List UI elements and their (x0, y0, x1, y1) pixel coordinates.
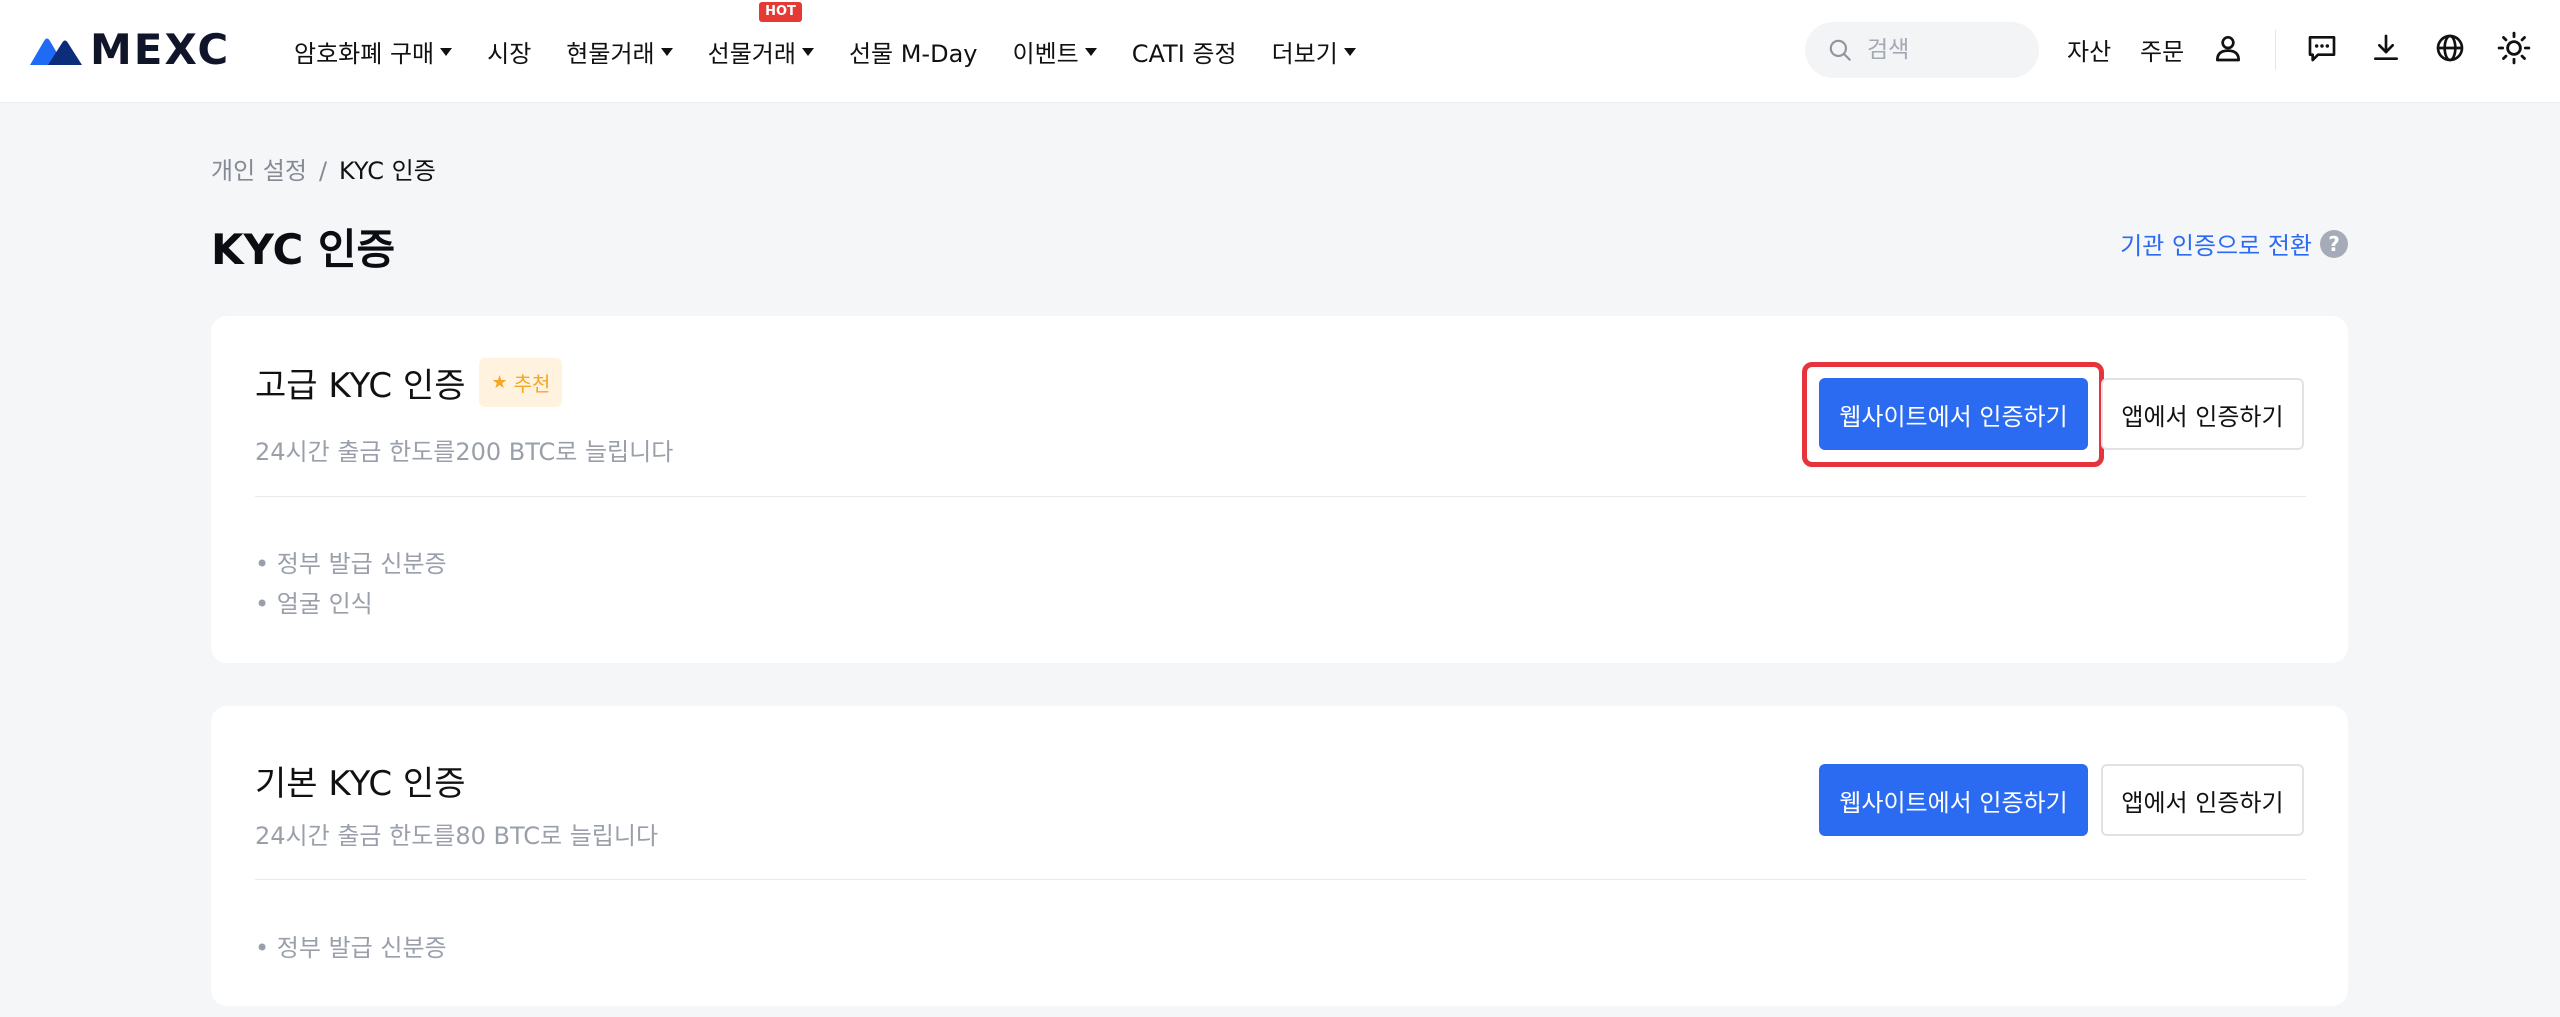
download-icon[interactable] (2368, 30, 2404, 66)
card-title: 고급 KYC 인증 ★ 추천 (255, 358, 563, 407)
card-title: 기본 KYC 인증 (255, 756, 465, 805)
list-item: 얼굴 인식 (255, 584, 447, 624)
card-subtitle: 24시간 출금 한도를200 BTC로 늘립니다 (255, 438, 674, 466)
nav-label: 시장 (487, 40, 532, 68)
mexc-logo[interactable]: MEXC (26, 25, 231, 74)
nav-futures[interactable]: 선물거래 HOT (707, 2, 814, 69)
verify-on-website-button[interactable]: 웹사이트에서 인증하기 (1819, 378, 2088, 450)
recommended-badge: ★ 추천 (479, 358, 563, 407)
advanced-kyc-card: 고급 KYC 인증 ★ 추천 24시간 출금 한도를200 BTC로 늘립니다 … (211, 316, 2348, 663)
switch-link-label: 기관 인증으로 전환 (2120, 232, 2312, 260)
chat-icon[interactable] (2304, 30, 2340, 66)
header-divider (2275, 30, 2276, 70)
switch-to-institutional-link[interactable]: 기관 인증으로 전환 ? (2120, 226, 2348, 261)
search-icon (1829, 39, 1851, 61)
caret-down-icon (1084, 47, 1097, 56)
nav-more[interactable]: 더보기 (1272, 34, 1356, 69)
assets-link[interactable]: 자산 (2067, 32, 2111, 67)
caret-down-icon (660, 47, 673, 56)
user-icon[interactable] (2210, 30, 2246, 66)
verify-on-website-button[interactable]: 웹사이트에서 인증하기 (1819, 764, 2088, 836)
verify-in-app-button[interactable]: 앱에서 인증하기 (2101, 378, 2304, 450)
card-subtitle: 24시간 출금 한도를80 BTC로 늘립니다 (255, 822, 659, 850)
hot-badge: HOT (759, 2, 802, 22)
nav-futures-mday[interactable]: 선물 M-Day (849, 34, 978, 69)
verify-in-app-button[interactable]: 앱에서 인증하기 (2101, 764, 2304, 836)
caret-down-icon (1343, 47, 1356, 56)
logo-text: MEXC (90, 25, 231, 74)
nav-markets[interactable]: 시장 (487, 34, 531, 69)
recommended-badge-label: 추천 (513, 372, 551, 396)
breadcrumb: 개인 설정 / KYC 인증 (211, 151, 436, 186)
card-divider (255, 496, 2306, 497)
breadcrumb-parent[interactable]: 개인 설정 (211, 157, 307, 185)
nav-cati-giveaway[interactable]: CATI 증정 (1132, 34, 1237, 69)
card-title-text: 고급 KYC 인증 (255, 366, 466, 406)
breadcrumb-current: KYC 인증 (339, 157, 436, 185)
nav-spot[interactable]: 현물거래 (566, 34, 673, 69)
breadcrumb-separator: / (318, 157, 328, 185)
basic-kyc-card: 기본 KYC 인증 24시간 출금 한도를80 BTC로 늘립니다 웹사이트에서… (211, 706, 2348, 1006)
requirements-list: 정부 발급 신분증 얼굴 인식 (255, 544, 447, 624)
mexc-logo-mark (30, 38, 82, 65)
card-divider (255, 879, 2306, 880)
requirements-list: 정부 발급 신분증 (255, 928, 447, 968)
search-input[interactable] (1865, 36, 2029, 64)
top-header: MEXC 암호화폐 구매 시장 현물거래 선물거래 HOT 선물 M-Day 이… (0, 0, 2560, 103)
list-item: 정부 발급 신분증 (255, 544, 447, 584)
orders-link[interactable]: 주문 (2140, 32, 2184, 67)
nav-events[interactable]: 이벤트 (1012, 34, 1097, 69)
star-icon: ★ (491, 372, 508, 393)
nav-label: 현물거래 (566, 40, 655, 68)
card-title-text: 기본 KYC 인증 (255, 764, 466, 804)
nav-label: 더보기 (1271, 40, 1338, 68)
caret-down-icon (440, 47, 453, 56)
nav-label: 선물 M-Day (848, 40, 978, 68)
nav-label: 암호화폐 구매 (294, 40, 435, 68)
search-box[interactable] (1805, 22, 2039, 78)
nav-label: 선물거래 (707, 40, 796, 68)
caret-down-icon (801, 47, 814, 56)
globe-icon[interactable] (2432, 30, 2468, 66)
main-nav: 암호화폐 구매 시장 현물거래 선물거래 HOT 선물 M-Day 이벤트 CA… (294, 0, 1391, 103)
nav-buy-crypto[interactable]: 암호화폐 구매 (294, 34, 453, 69)
list-item: 정부 발급 신분증 (255, 928, 447, 968)
nav-label: 이벤트 (1012, 40, 1079, 68)
sun-icon[interactable] (2496, 30, 2532, 66)
nav-label: CATI 증정 (1131, 40, 1237, 68)
page-title: KYC 인증 (211, 225, 396, 274)
help-icon[interactable]: ? (2320, 229, 2348, 258)
